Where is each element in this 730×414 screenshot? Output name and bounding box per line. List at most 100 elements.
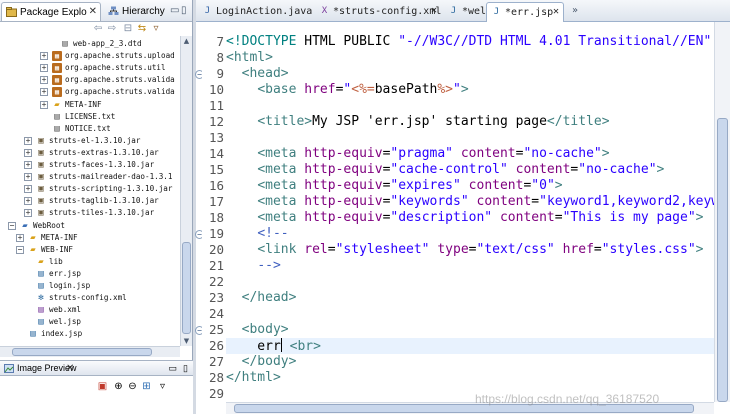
more-tabs-icon[interactable]: » <box>572 5 578 16</box>
minimize-icon[interactable]: ▭ <box>170 5 179 16</box>
link-with-editor-icon[interactable]: ⇆ <box>136 23 148 35</box>
editor-tab-err-jsp[interactable]: J *err.jsp ✕ <box>486 2 564 22</box>
code-line[interactable]: </html> <box>226 370 714 386</box>
code-line[interactable] <box>226 274 714 290</box>
tree-item[interactable]: ▰ lib <box>0 256 180 268</box>
tree-item[interactable]: + ▣ struts-el-1.3.10.jar <box>0 135 180 147</box>
tab-image-preview[interactable]: Image Preview ✕ ▭ ▯ <box>0 361 193 376</box>
editor-vertical-scrollbar[interactable] <box>714 22 730 402</box>
tree-item[interactable]: + ▣ struts-scripting-1.3.10.jar <box>0 183 180 195</box>
tree-item[interactable]: + ▣ struts-tiles-1.3.10.jar <box>0 207 180 219</box>
tree-item[interactable]: − ▰ WEB-INF <box>0 244 180 256</box>
code-line[interactable]: <head> <box>226 66 714 82</box>
code-token: "keyword1,keyword2,keyword3" <box>539 194 714 209</box>
tree-vertical-scrollbar[interactable]: ▲ ▼ <box>180 36 192 346</box>
tree-item[interactable]: + ▦ org.apache.struts.valida <box>0 74 180 86</box>
code-line[interactable] <box>226 306 714 322</box>
maximize-icon[interactable]: ▯ <box>183 363 188 374</box>
expand-icon[interactable]: + <box>24 209 32 218</box>
tree-item[interactable]: ✻ struts-config.xml <box>0 292 180 304</box>
code-line[interactable]: <body> <box>226 322 714 338</box>
fit-icon[interactable]: ⊞ <box>140 380 153 393</box>
editor-tab-struts-config[interactable]: X *struts-config.xml ✕ <box>315 2 442 22</box>
collapse-icon[interactable]: − <box>16 245 24 254</box>
close-icon[interactable]: ✕ <box>553 6 559 17</box>
zoom-out-icon[interactable]: ⊖ <box>126 380 139 393</box>
tree-item[interactable]: ▤ index.jsp <box>0 328 180 340</box>
code-line[interactable]: <base href="<%=basePath%>"> <box>226 82 714 98</box>
code-line[interactable]: <html> <box>226 50 714 66</box>
tree-item[interactable]: + ▰ META-INF <box>0 232 180 244</box>
scroll-up-icon[interactable]: ▲ <box>181 36 192 46</box>
close-icon[interactable]: ✕ <box>431 5 437 16</box>
tree-item[interactable]: − ▰ WebRoot <box>0 220 180 232</box>
tree-item[interactable]: + ▣ struts-mailreader-dao-1.3.1 <box>0 171 180 183</box>
tree-item[interactable]: ▤ web-app_2_3.dtd <box>0 38 180 50</box>
tree-horizontal-scrollbar[interactable] <box>0 346 180 357</box>
image-tool-icon[interactable]: ▣ <box>96 380 109 393</box>
zoom-in-icon[interactable]: ⊕ <box>112 380 125 393</box>
code-line[interactable]: <meta http-equiv="cache-control" content… <box>226 162 714 178</box>
expand-icon[interactable]: + <box>24 185 32 194</box>
code-line[interactable]: <!DOCTYPE HTML PUBLIC "-//W3C//DTD HTML … <box>226 34 714 50</box>
code-text-area[interactable]: <!DOCTYPE HTML PUBLIC "-//W3C//DTD HTML … <box>226 22 714 402</box>
expand-icon[interactable]: + <box>16 233 24 242</box>
tree-item[interactable]: + ▰ META-INF <box>0 99 180 111</box>
tree-item[interactable]: ▤ LICENSE.txt <box>0 111 180 123</box>
tree-item-label: index.jsp <box>41 329 83 339</box>
tree-item[interactable]: ▤ wel.jsp <box>0 316 180 328</box>
close-icon[interactable]: ✕ <box>66 363 74 374</box>
expand-icon[interactable]: + <box>24 148 32 157</box>
scroll-down-icon[interactable]: ▼ <box>181 336 192 346</box>
tab-hierarchy[interactable]: Hierarchy <box>104 2 166 21</box>
tree-item[interactable]: ▤ err.jsp <box>0 268 180 280</box>
forward-icon[interactable]: ⇨ <box>106 23 118 35</box>
project-tree[interactable]: ▤ web-app_2_3.dtd + ▦ org.apache.struts.uplo… <box>0 36 180 346</box>
collapse-all-icon[interactable]: ⊟ <box>122 23 134 35</box>
editor-scroll-thumb[interactable] <box>717 118 728 402</box>
view-menu-icon[interactable]: ▿ <box>150 23 162 35</box>
code-line[interactable]: <meta http-equiv="keywords" content="key… <box>226 194 714 210</box>
code-line[interactable] <box>226 98 714 114</box>
code-line[interactable]: <link rel="stylesheet" type="text/css" h… <box>226 242 714 258</box>
tree-hscroll-thumb[interactable] <box>12 348 152 356</box>
editor-tab-loginaction[interactable]: J LoginAction.java <box>198 2 313 22</box>
code-line[interactable]: </body> <box>226 354 714 370</box>
tree-item[interactable]: + ▣ struts-taglib-1.3.10.jar <box>0 195 180 207</box>
code-line[interactable] <box>226 130 714 146</box>
tree-item[interactable]: ▤ login.jsp <box>0 280 180 292</box>
expand-icon[interactable]: + <box>40 100 48 109</box>
code-line[interactable]: <meta http-equiv="expires" content="0"> <box>226 178 714 194</box>
tree-item[interactable]: ▤ NOTICE.txt <box>0 123 180 135</box>
tree-item[interactable]: + ▦ org.apache.struts.upload <box>0 50 180 62</box>
expand-icon[interactable]: + <box>24 136 32 145</box>
current-code-line[interactable]: err <br> <box>226 338 714 354</box>
code-line[interactable]: </head> <box>226 290 714 306</box>
code-line[interactable]: --> <box>226 258 714 274</box>
tree-item[interactable]: ▤ web.xml <box>0 304 180 316</box>
tree-item[interactable]: + ▦ org.apache.struts.valida <box>0 86 180 98</box>
minimize-icon[interactable]: ▭ <box>168 363 177 374</box>
expand-icon[interactable]: + <box>40 52 48 61</box>
expand-icon[interactable]: + <box>24 197 32 206</box>
close-icon[interactable]: ✕ <box>89 6 97 17</box>
collapse-icon[interactable]: − <box>8 221 16 230</box>
maximize-icon[interactable]: ▯ <box>181 5 187 16</box>
expand-icon[interactable]: + <box>24 173 32 182</box>
back-icon[interactable]: ⇦ <box>92 23 104 35</box>
code-line[interactable]: <!-- <box>226 226 714 242</box>
tree-item[interactable]: + ▣ struts-extras-1.3.10.jar <box>0 147 180 159</box>
expand-icon[interactable]: + <box>40 64 48 73</box>
tab-package-explorer[interactable]: Package Explo ✕ <box>1 2 101 21</box>
tree-scroll-thumb[interactable] <box>182 242 191 334</box>
code-line[interactable]: <title>My JSP 'err.jsp' starting page</t… <box>226 114 714 130</box>
code-line[interactable]: <meta http-equiv="pragma" content="no-ca… <box>226 146 714 162</box>
expand-icon[interactable]: + <box>40 88 48 97</box>
expand-icon[interactable]: + <box>24 161 32 169</box>
tree-item[interactable]: + ▣ struts-faces-1.3.10.jar <box>0 159 180 171</box>
folder-icon: ▰ <box>54 99 60 110</box>
code-line[interactable]: <meta http-equiv="description" content="… <box>226 210 714 226</box>
preview-menu-icon[interactable]: ▿ <box>156 380 169 393</box>
tree-item[interactable]: + ▦ org.apache.struts.util <box>0 62 180 74</box>
expand-icon[interactable]: + <box>40 76 48 85</box>
